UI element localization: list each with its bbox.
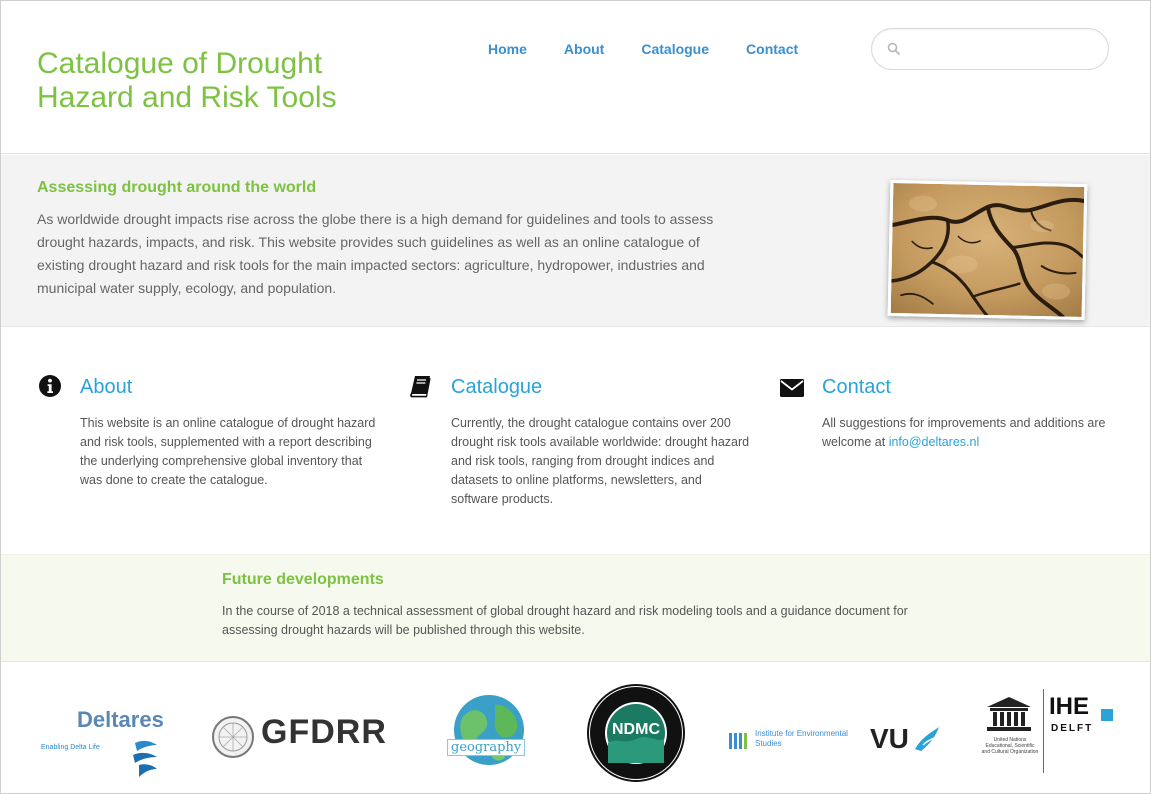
ihe-divider [1043,689,1044,773]
unesco-temple-icon [987,697,1031,731]
future-heading: Future developments [222,571,384,588]
unesco-name: United Nations Educational, Scientific a… [981,737,1039,755]
cracked-earth-image [889,183,1087,319]
nav-catalogue-link[interactable]: Catalogue [641,41,709,57]
search-box[interactable] [871,28,1109,70]
main-nav: Home About Catalogue Contact [488,41,835,57]
gfdrr-globe-icon [212,716,254,758]
nav-home-link[interactable]: Home [488,41,527,57]
hero-text: As worldwide drought impacts rise across… [37,211,714,296]
nav-contact-link[interactable]: Contact [746,41,798,57]
future-text: In the course of 2018 a technical assess… [222,604,908,637]
deltares-name: Deltares [77,707,164,732]
ihe-square-icon [1101,709,1113,721]
ndmc-name: NDMC [612,721,660,738]
site-header: Catalogue of Drought Hazard and Risk Too… [1,1,1150,154]
page: Catalogue of Drought Hazard and Risk Too… [0,0,1151,794]
gfdrr-name: GFDRR [261,713,387,751]
vu-griffin-icon [915,727,939,751]
ndmc-logo[interactable]: NDMC [586,683,686,783]
site-title[interactable]: Catalogue of Drought Hazard and Risk Too… [37,47,357,115]
hero-heading: Assessing drought around the world [37,179,317,196]
book-icon [410,376,431,398]
envelope-icon [780,379,804,397]
contact-email-link[interactable]: info@deltares.nl [889,435,980,449]
search-icon [887,42,900,55]
gfdrr-logo[interactable]: GFDRR [211,711,396,761]
hero-section: Assessing drought around the world As wo… [1,155,1150,327]
cracked-earth-photo [887,179,1088,321]
nav-about-link[interactable]: About [564,41,604,57]
contact-text: All suggestions for improvements and add… [822,414,1142,452]
ivm-vu-logo[interactable]: Institute for Environmental Studies VU [727,723,949,757]
about-text: This website is an online catalogue of d… [80,416,376,487]
geography-word: geography [447,739,526,756]
unesco-ihe-logo[interactable]: United Nations Educational, Scientific a… [981,689,1121,785]
catalogue-title[interactable]: Catalogue [451,376,542,399]
info-circle-icon [39,375,61,397]
ihe-name: IHE [1049,693,1090,720]
ivm-name: Institute for Environmental Studies [755,729,848,748]
partner-logos: Deltares Enabling Delta Life GFDRR geogr… [1,663,1150,793]
deltares-tagline: Enabling Delta Life [41,744,100,751]
about-title[interactable]: About [80,376,132,399]
vu-name: VU [870,723,909,754]
catalogue-text: Currently, the drought catalogue contain… [451,416,750,506]
search-input[interactable] [906,37,1096,61]
deltares-logo[interactable]: Deltares Enabling Delta Life [39,707,189,779]
ihe-sub: DELFT [1051,723,1094,734]
ivm-bars-icon [729,733,747,749]
features-section: About This website is an online catalogu… [1,328,1150,553]
contact-title[interactable]: Contact [822,376,891,399]
geography-logo[interactable]: geography [423,693,545,771]
future-developments-section: Future developments In the course of 201… [1,554,1150,662]
deltares-wave-icon [133,740,157,777]
